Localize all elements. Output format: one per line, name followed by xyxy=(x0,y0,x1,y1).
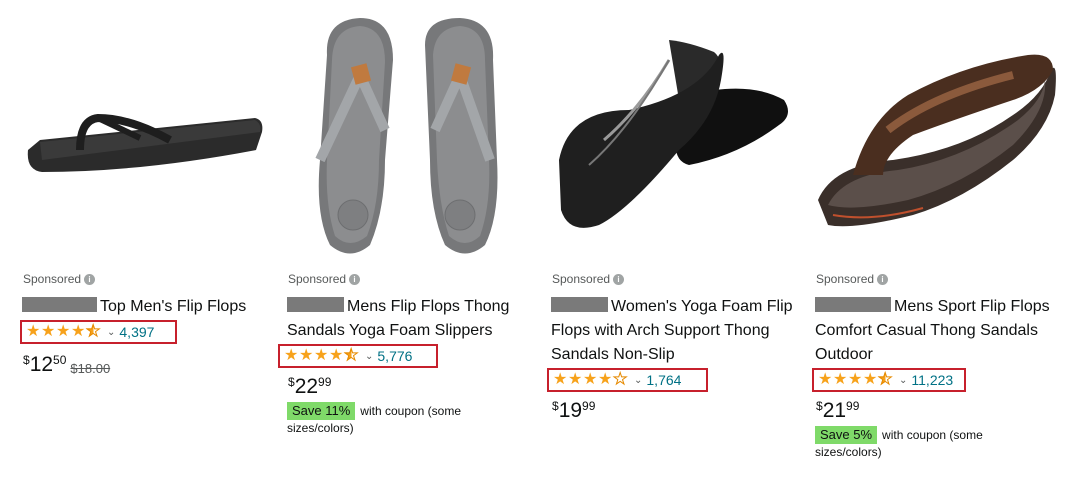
coupon[interactable]: Save 11% with coupon (some sizes/colors) xyxy=(287,402,497,436)
rating-count-link[interactable]: 1,764 xyxy=(646,372,681,388)
product-card: Sponsored i Top Men's Flip Flops ★ ★ ★ ★ ★ ⌄… xyxy=(20,0,270,376)
price-symbol: $ xyxy=(552,399,559,413)
product-title[interactable]: Mens Flip Flops Thong Sandals Yoga Foam … xyxy=(287,295,535,343)
product-title[interactable]: Women's Yoga Foam Flip Flops with Arch S… xyxy=(551,295,799,367)
price[interactable]: $ 22 99 xyxy=(288,375,331,399)
sponsored-label: Sponsored i xyxy=(552,272,625,286)
product-title[interactable]: Mens Sport Flip Flops Comfort Casual Tho… xyxy=(815,295,1063,367)
info-circle-icon[interactable]: i xyxy=(877,273,889,285)
redacted-brand xyxy=(815,297,891,312)
redacted-brand xyxy=(22,297,97,312)
chevron-down-icon[interactable]: ⌄ xyxy=(634,375,642,386)
coupon[interactable]: Save 5% with coupon (some sizes/colors) xyxy=(815,426,1025,460)
star-full-icon: ★ xyxy=(818,371,833,388)
product-image[interactable] xyxy=(285,0,535,262)
sponsored-label: Sponsored i xyxy=(23,272,96,286)
product-title-text[interactable]: Top Men's Flip Flops xyxy=(100,298,246,315)
rating-row[interactable]: ★ ★ ★ ★ ★ ⌄ 1,764 xyxy=(547,368,708,392)
price-symbol: $ xyxy=(23,353,30,367)
star-full-icon: ★ xyxy=(553,371,568,388)
star-full-icon: ★ xyxy=(71,323,86,340)
rating-row[interactable]: ★ ★ ★ ★ ★ ⌄ 11,223 xyxy=(812,368,966,392)
star-full-icon: ★ xyxy=(568,371,583,388)
coupon-badge[interactable]: Save 5% xyxy=(815,426,878,444)
price-whole: 19 xyxy=(558,399,583,422)
star-half-icon: ★ xyxy=(344,347,359,364)
star-full-icon: ★ xyxy=(284,347,299,364)
redacted-brand xyxy=(287,297,344,312)
star-full-icon: ★ xyxy=(329,347,344,364)
product-card: Sponsored i Mens Sport Flip Flops Comfor… xyxy=(812,0,1063,459)
sponsored-text: Sponsored xyxy=(23,272,82,286)
sponsored-text: Sponsored xyxy=(288,272,347,286)
star-rating[interactable]: ★ ★ ★ ★ ★ xyxy=(818,371,893,388)
price-whole: 22 xyxy=(294,375,319,398)
price-was: $18.00 xyxy=(70,361,111,376)
product-image[interactable] xyxy=(20,0,270,262)
price-whole: 21 xyxy=(822,399,847,422)
product-card: Sponsored i Mens Flip Flops Thong Sandal… xyxy=(278,0,535,435)
star-full-icon: ★ xyxy=(833,371,848,388)
star-full-icon: ★ xyxy=(41,323,56,340)
sponsored-text: Sponsored xyxy=(816,272,875,286)
star-full-icon: ★ xyxy=(863,371,878,388)
sponsored-text: Sponsored xyxy=(552,272,611,286)
rating-row[interactable]: ★ ★ ★ ★ ★ ⌄ 5,776 xyxy=(278,344,438,368)
coupon-badge[interactable]: Save 11% xyxy=(287,402,356,420)
rating-row[interactable]: ★ ★ ★ ★ ★ ⌄ 4,397 xyxy=(20,320,177,344)
star-full-icon: ★ xyxy=(299,347,314,364)
redacted-brand xyxy=(551,297,608,312)
product-image[interactable] xyxy=(549,0,799,262)
sponsored-label: Sponsored i xyxy=(816,272,889,286)
star-full-icon: ★ xyxy=(583,371,598,388)
chevron-down-icon[interactable]: ⌄ xyxy=(365,351,373,362)
price-whole: 12 xyxy=(29,353,54,376)
price-fraction: 99 xyxy=(846,399,860,413)
star-full-icon: ★ xyxy=(848,371,863,388)
price-symbol: $ xyxy=(288,375,295,389)
price[interactable]: $ 12 50 $18.00 xyxy=(23,353,110,377)
star-rating[interactable]: ★ ★ ★ ★ ★ xyxy=(553,371,628,388)
info-circle-icon[interactable]: i xyxy=(349,273,361,285)
star-full-icon: ★ xyxy=(314,347,329,364)
star-full-icon: ★ xyxy=(598,371,613,388)
star-rating[interactable]: ★ ★ ★ ★ ★ xyxy=(26,323,101,340)
star-empty-icon: ★ xyxy=(613,371,628,388)
price-symbol: $ xyxy=(816,399,823,413)
star-full-icon: ★ xyxy=(26,323,41,340)
star-half-icon: ★ xyxy=(86,323,101,340)
product-title[interactable]: Top Men's Flip Flops xyxy=(22,295,270,319)
price-fraction: 99 xyxy=(582,399,596,413)
price[interactable]: $ 19 99 xyxy=(552,399,595,423)
rating-count-link[interactable]: 5,776 xyxy=(377,348,412,364)
star-full-icon: ★ xyxy=(56,323,71,340)
price-fraction: 50 xyxy=(53,353,67,367)
price[interactable]: $ 21 99 xyxy=(816,399,859,423)
product-image[interactable] xyxy=(813,0,1063,262)
chevron-down-icon[interactable]: ⌄ xyxy=(899,375,907,386)
info-circle-icon[interactable]: i xyxy=(84,273,96,285)
sponsored-label: Sponsored i xyxy=(288,272,361,286)
rating-count-link[interactable]: 11,223 xyxy=(911,372,953,388)
info-circle-icon[interactable]: i xyxy=(613,273,625,285)
product-card: Sponsored i Women's Yoga Foam Flip Flops… xyxy=(547,0,799,422)
star-rating[interactable]: ★ ★ ★ ★ ★ xyxy=(284,347,359,364)
star-half-icon: ★ xyxy=(878,371,893,388)
chevron-down-icon[interactable]: ⌄ xyxy=(107,327,115,338)
price-fraction: 99 xyxy=(318,375,332,389)
rating-count-link[interactable]: 4,397 xyxy=(119,324,154,340)
